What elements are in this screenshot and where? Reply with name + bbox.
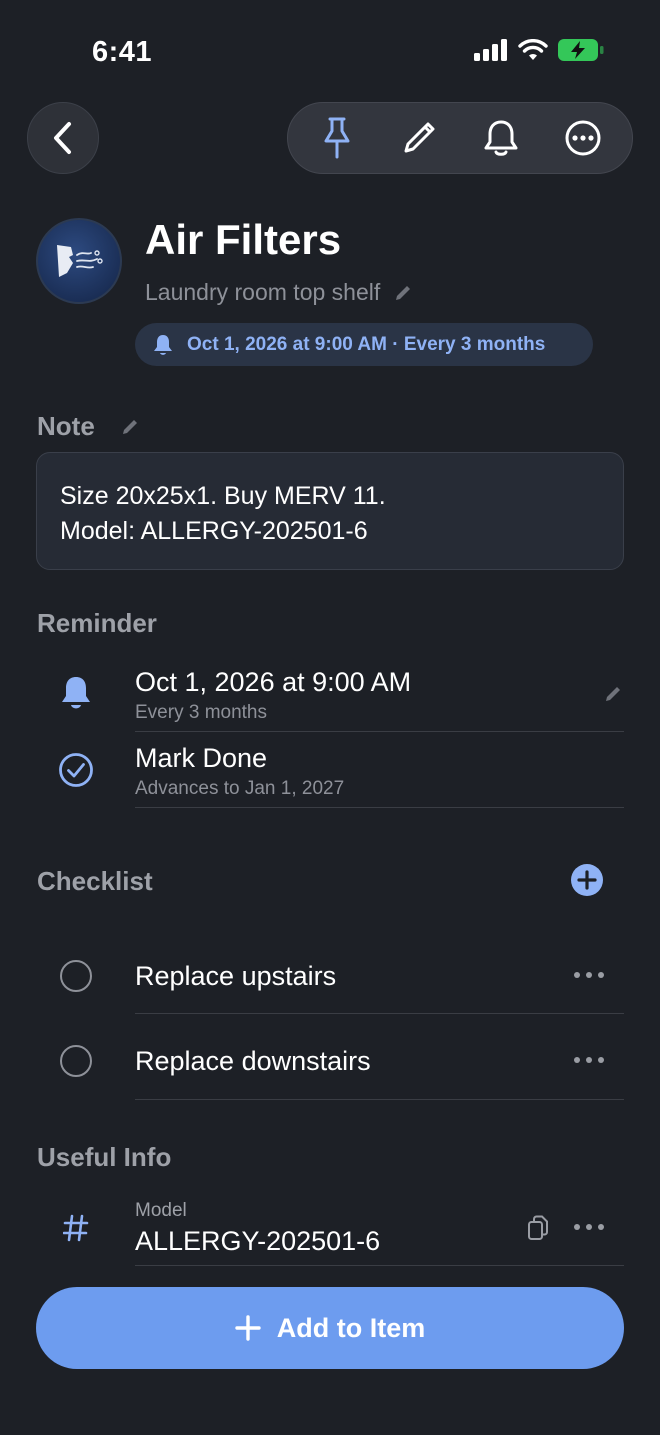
pencil-icon: [404, 122, 435, 153]
battery-icon: [558, 39, 604, 61]
reminder-repeat: Every 3 months: [135, 702, 267, 723]
info-field-value[interactable]: ALLERGY-202501-6: [135, 1226, 380, 1257]
item-avatar[interactable]: [36, 218, 122, 304]
status-icons: [474, 38, 604, 62]
more-icon: [565, 120, 601, 156]
status-time: 6:41: [92, 36, 153, 68]
add-to-item-label: Add to Item: [276, 1312, 426, 1343]
note-section-title: Note: [37, 411, 95, 442]
hash-icon: [63, 1214, 89, 1242]
reminder-pill[interactable]: Oct 1, 2026 at 9:00 AM · Every 3 months: [135, 323, 593, 366]
pencil-icon: [396, 285, 411, 300]
checklist-item[interactable]: Replace downstairs: [135, 1046, 371, 1077]
info-more-button[interactable]: [574, 1224, 604, 1230]
pin-button[interactable]: [307, 108, 367, 168]
plus-icon: [235, 1315, 261, 1341]
location-label: Laundry room top shelf: [145, 279, 381, 305]
back-icon: [54, 122, 71, 154]
back-button[interactable]: [27, 102, 99, 174]
item-location[interactable]: Laundry room top shelf: [145, 279, 412, 306]
note-box[interactable]: Size 20x25x1. Buy MERV 11. Model: ALLERG…: [36, 452, 624, 570]
note-line: Model: ALLERGY-202501-6: [60, 517, 368, 545]
add-to-item-button[interactable]: Add to Item: [36, 1287, 624, 1369]
info-field-label: Model: [135, 1200, 187, 1221]
signal-icon: [474, 39, 507, 61]
edit-button[interactable]: [389, 108, 449, 168]
copy-icon[interactable]: [527, 1215, 549, 1241]
bell-icon: [484, 120, 518, 156]
item-more-button[interactable]: [574, 972, 604, 978]
bell-icon: [154, 334, 172, 355]
divider: [135, 731, 624, 732]
add-checklist-button[interactable]: [570, 863, 604, 897]
air-filter-icon: [57, 245, 103, 277]
note-line: Size 20x25x1. Buy MERV 11.: [60, 482, 386, 510]
reminder-button[interactable]: [471, 108, 531, 168]
item-title: Air Filters: [145, 216, 342, 263]
divider: [135, 1265, 624, 1266]
item-toolbar: [287, 102, 633, 174]
reminder-pill-text: Oct 1, 2026 at 9:00 AM · Every 3 months: [187, 333, 546, 355]
checklist-checkbox[interactable]: [60, 960, 92, 992]
bell-icon: [62, 677, 90, 709]
divider: [135, 807, 624, 808]
reminder-edit-icon[interactable]: [604, 685, 622, 703]
checklist-checkbox[interactable]: [60, 1045, 92, 1077]
note-label: Note: [37, 411, 95, 441]
checklist-section-title: Checklist: [37, 866, 153, 896]
note-edit-icon[interactable]: [121, 418, 139, 436]
divider: [135, 1013, 624, 1014]
reminder-date[interactable]: Oct 1, 2026 at 9:00 AM: [135, 667, 411, 698]
mark-done-note: Advances to Jan 1, 2027: [135, 778, 345, 799]
more-button[interactable]: [553, 108, 613, 168]
checklist-item[interactable]: Replace upstairs: [135, 961, 336, 992]
reminder-section-title: Reminder: [37, 608, 157, 638]
divider: [135, 1099, 624, 1100]
pin-icon: [324, 117, 350, 159]
useful-info-section-title: Useful Info: [37, 1142, 172, 1172]
item-more-button[interactable]: [574, 1057, 604, 1063]
wifi-icon: [518, 39, 548, 60]
check-circle-icon[interactable]: [58, 752, 94, 788]
mark-done-button[interactable]: Mark Done: [135, 743, 267, 774]
